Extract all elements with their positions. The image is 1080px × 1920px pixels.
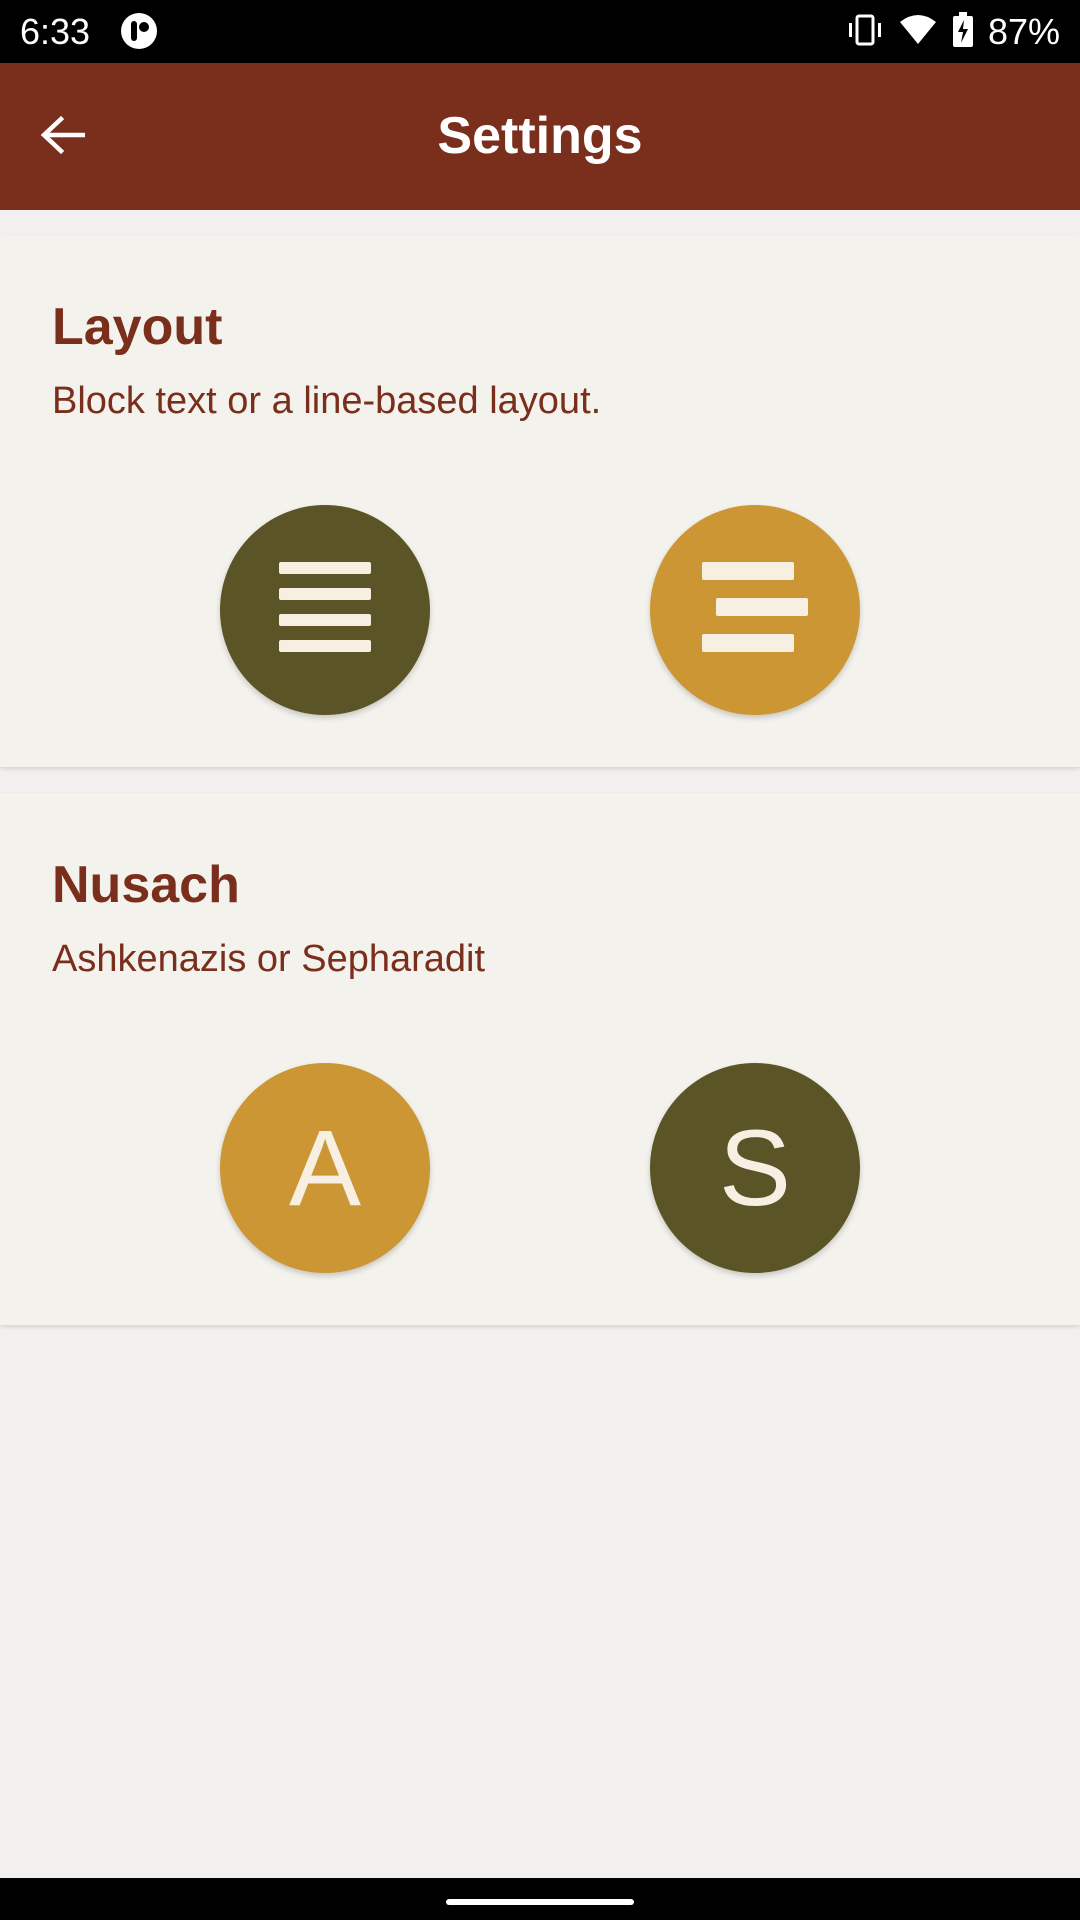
layout-line-based-button[interactable] <box>650 505 860 715</box>
wifi-icon <box>898 14 938 51</box>
home-gesture-handle[interactable] <box>446 1899 634 1905</box>
vibrate-icon <box>846 13 884 52</box>
battery-charging-icon <box>952 11 974 53</box>
app-bar: Settings <box>0 63 1080 210</box>
layout-card: Layout Block text or a line-based layout… <box>0 235 1080 767</box>
layout-subtitle: Block text or a line-based layout. <box>52 380 602 422</box>
page-title: Settings <box>437 107 643 165</box>
nusach-sepharadit-button[interactable]: S <box>650 1063 860 1273</box>
justify-lines-icon <box>279 561 371 659</box>
layout-block-text-button[interactable] <box>220 505 430 715</box>
sepharadit-letter: S <box>718 1107 792 1228</box>
nusach-title: Nusach <box>52 856 240 914</box>
nusach-subtitle: Ashkenazis or Sepharadit <box>52 938 486 980</box>
status-time: 6:33 <box>20 11 91 52</box>
nusach-card: Nusach Ashkenazis or Sepharadit A S <box>0 793 1080 1325</box>
status-bar: 6:33 87% <box>0 0 1080 63</box>
ashkenazis-letter: A <box>288 1107 362 1228</box>
layout-title: Layout <box>52 298 223 356</box>
app-notification-icon <box>120 12 158 50</box>
nusach-ashkenazis-button[interactable]: A <box>220 1063 430 1273</box>
centered-lines-icon <box>702 561 808 659</box>
battery-percentage: 87% <box>987 11 1060 52</box>
